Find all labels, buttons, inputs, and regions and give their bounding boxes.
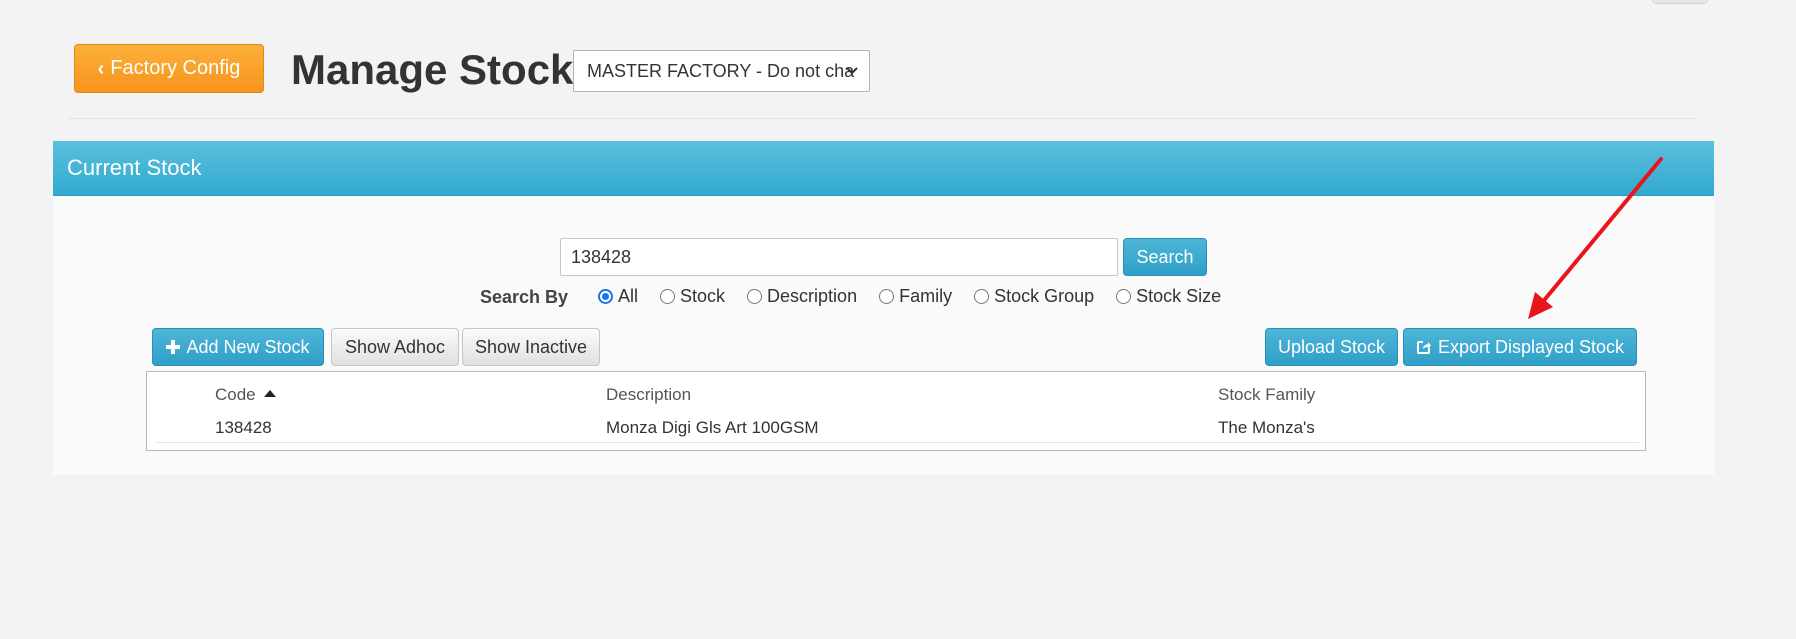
panel-title: Current Stock (67, 155, 202, 180)
stock-table: Code Description Stock Family 138428 Mon… (146, 371, 1646, 451)
radio-stock-group[interactable]: Stock Group (974, 286, 1094, 307)
radio-button[interactable] (747, 288, 763, 304)
factory-config-button[interactable]: ‹ Factory Config (74, 44, 264, 93)
row-divider (155, 442, 1639, 443)
chevron-down-icon (846, 67, 858, 75)
factory-config-label: Factory Config (110, 57, 241, 79)
plus-icon (166, 340, 181, 354)
search-button[interactable]: Search (1123, 238, 1207, 276)
chevron-left-icon: ‹ (97, 57, 105, 80)
factory-select-value: MASTER FACTORY - Do not cha (587, 60, 855, 81)
panel-header: Current Stock (53, 141, 1714, 196)
radio-label: Stock Group (994, 285, 1095, 306)
column-header-label: Code (215, 385, 256, 404)
radio-button[interactable] (1116, 288, 1132, 304)
upload-stock-button[interactable]: Upload Stock (1265, 328, 1398, 366)
radio-label: Stock Size (1136, 285, 1222, 306)
radio-label: Description (767, 285, 858, 306)
radio-button[interactable] (974, 288, 990, 304)
radio-label: Family (899, 285, 953, 306)
radio-family[interactable]: Family (879, 286, 952, 307)
show-inactive-button[interactable]: Show Inactive (462, 328, 600, 366)
column-header-description[interactable]: Description (606, 384, 691, 406)
radio-label: Stock (680, 285, 726, 306)
cell-description[interactable]: Monza Digi Gls Art 100GSM (606, 417, 819, 439)
sort-up-icon (263, 390, 276, 398)
radio-stock[interactable]: Stock (660, 286, 725, 307)
search-by-label: Search By (480, 286, 569, 307)
factory-select[interactable]: MASTER FACTORY - Do not cha (573, 50, 870, 92)
cell-stock-family[interactable]: The Monza's (1218, 417, 1315, 439)
show-adhoc-button[interactable]: Show Adhoc (331, 328, 459, 366)
export-displayed-stock-label: Export Displayed Stock (1437, 336, 1625, 357)
search-by-radio-group: All Stock Description Family Stock Group… (598, 284, 1243, 308)
radio-description[interactable]: Description (747, 286, 857, 307)
column-header-stock-family[interactable]: Stock Family (1218, 384, 1315, 406)
radio-all[interactable]: All (598, 286, 638, 307)
search-input-value: 138428 (571, 246, 632, 267)
radio-stock-size[interactable]: Stock Size (1116, 286, 1221, 307)
export-displayed-stock-button[interactable]: Export Displayed Stock (1403, 328, 1637, 366)
export-icon (1416, 341, 1431, 354)
cell-code[interactable]: 138428 (215, 417, 272, 439)
radio-button[interactable] (660, 288, 676, 304)
radio-button[interactable] (879, 288, 895, 304)
add-new-stock-label: Add New Stock (186, 336, 310, 357)
radio-label: All (618, 285, 639, 306)
add-new-stock-button[interactable]: Add New Stock (152, 328, 324, 366)
radio-button[interactable] (598, 288, 613, 304)
page-title: Manage Stock (291, 46, 574, 93)
search-input[interactable]: 138428 (560, 238, 1118, 276)
divider (68, 118, 1698, 119)
top-edge-tab (1652, 0, 1708, 4)
column-header-code[interactable]: Code (215, 384, 276, 406)
